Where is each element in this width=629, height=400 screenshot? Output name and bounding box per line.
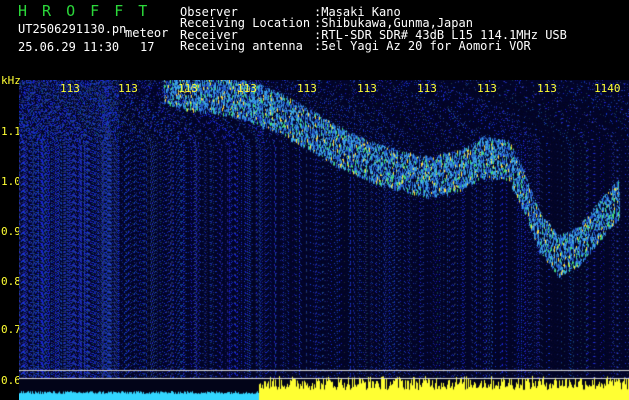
y-tick-0.6: 0.6 xyxy=(1,374,21,387)
event-count: 17 xyxy=(140,40,155,54)
x-tick-1137: 113 xyxy=(417,82,437,95)
y-tick-0.8: 0.8 xyxy=(1,275,21,288)
spectrogram-plot xyxy=(19,80,629,400)
x-tick-1132: 113 xyxy=(118,82,138,95)
x-tick-1136: 113 xyxy=(357,82,377,95)
spectrogram-canvas xyxy=(19,80,629,400)
date-time: 25.06.29 11:30 xyxy=(18,40,120,54)
x-tick-1134: 113 xyxy=(237,82,257,95)
x-tick-1133: 113 xyxy=(178,82,198,95)
x-tick-1140: 1140 xyxy=(594,82,621,95)
y-tick-1.1: 1.1 xyxy=(1,125,21,138)
x-tick-1135: 113 xyxy=(297,82,317,95)
y-tick-0.9: 0.9 xyxy=(1,225,21,238)
y-axis-unit: kHz xyxy=(1,74,21,87)
x-tick-1139: 113 xyxy=(537,82,557,95)
x-tick-1131: 113 xyxy=(60,82,80,95)
info-value-antenna: :5el Yagi Az 20 for Aomori VOR xyxy=(314,39,531,53)
x-tick-1138: 113 xyxy=(477,82,497,95)
y-tick-0.7: 0.7 xyxy=(1,323,21,336)
file-suffix: meteor xyxy=(125,26,169,40)
file-name: UT2506291130.pn xyxy=(18,22,127,36)
hrofft-spectrogram-window: H R O F F T UT2506291130.pn meteor 25.06… xyxy=(0,0,629,400)
y-tick-1.0: 1.0 xyxy=(1,175,21,188)
info-label-antenna: Receiving antenna xyxy=(180,39,303,53)
app-logo: H R O F F T xyxy=(18,2,151,20)
